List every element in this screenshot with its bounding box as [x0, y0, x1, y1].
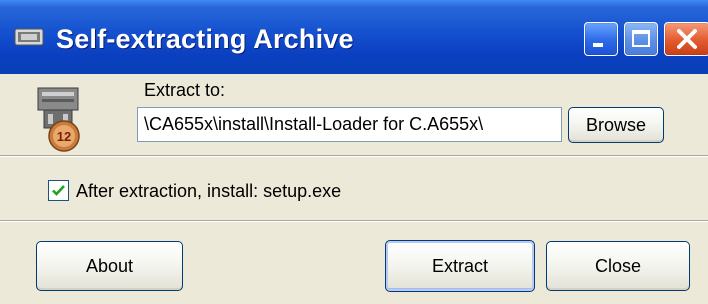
install-after-extraction-checkbox[interactable]	[48, 180, 69, 201]
extract-button[interactable]: Extract	[385, 240, 535, 292]
archive-icon: 12	[37, 87, 80, 152]
install-after-extraction-label[interactable]: After extraction, install: setup.exe	[76, 181, 341, 202]
about-button[interactable]: About	[36, 241, 183, 291]
extract-path-input[interactable]	[137, 107, 562, 142]
minimize-button[interactable]	[584, 22, 618, 56]
window-title: Self-extracting Archive	[56, 24, 354, 54]
checkmark-icon	[52, 185, 65, 196]
extract-to-label: Extract to:	[144, 80, 226, 100]
browse-button[interactable]: Browse	[568, 107, 664, 143]
maximize-button[interactable]	[624, 22, 658, 56]
maximize-icon	[632, 30, 650, 47]
close-button[interactable]: Close	[546, 241, 690, 291]
close-icon	[677, 29, 697, 49]
divider	[0, 155, 708, 157]
divider	[0, 220, 708, 222]
archive-badge-number: 12	[57, 129, 71, 144]
close-window-button[interactable]	[664, 22, 708, 56]
self-extracting-archive-window: Self-extracting Archive 12 Extract to: \…	[0, 0, 708, 304]
archive-window-icon	[14, 28, 44, 46]
minimize-icon	[593, 43, 603, 47]
title-bar[interactable]: Self-extracting Archive	[0, 0, 708, 74]
